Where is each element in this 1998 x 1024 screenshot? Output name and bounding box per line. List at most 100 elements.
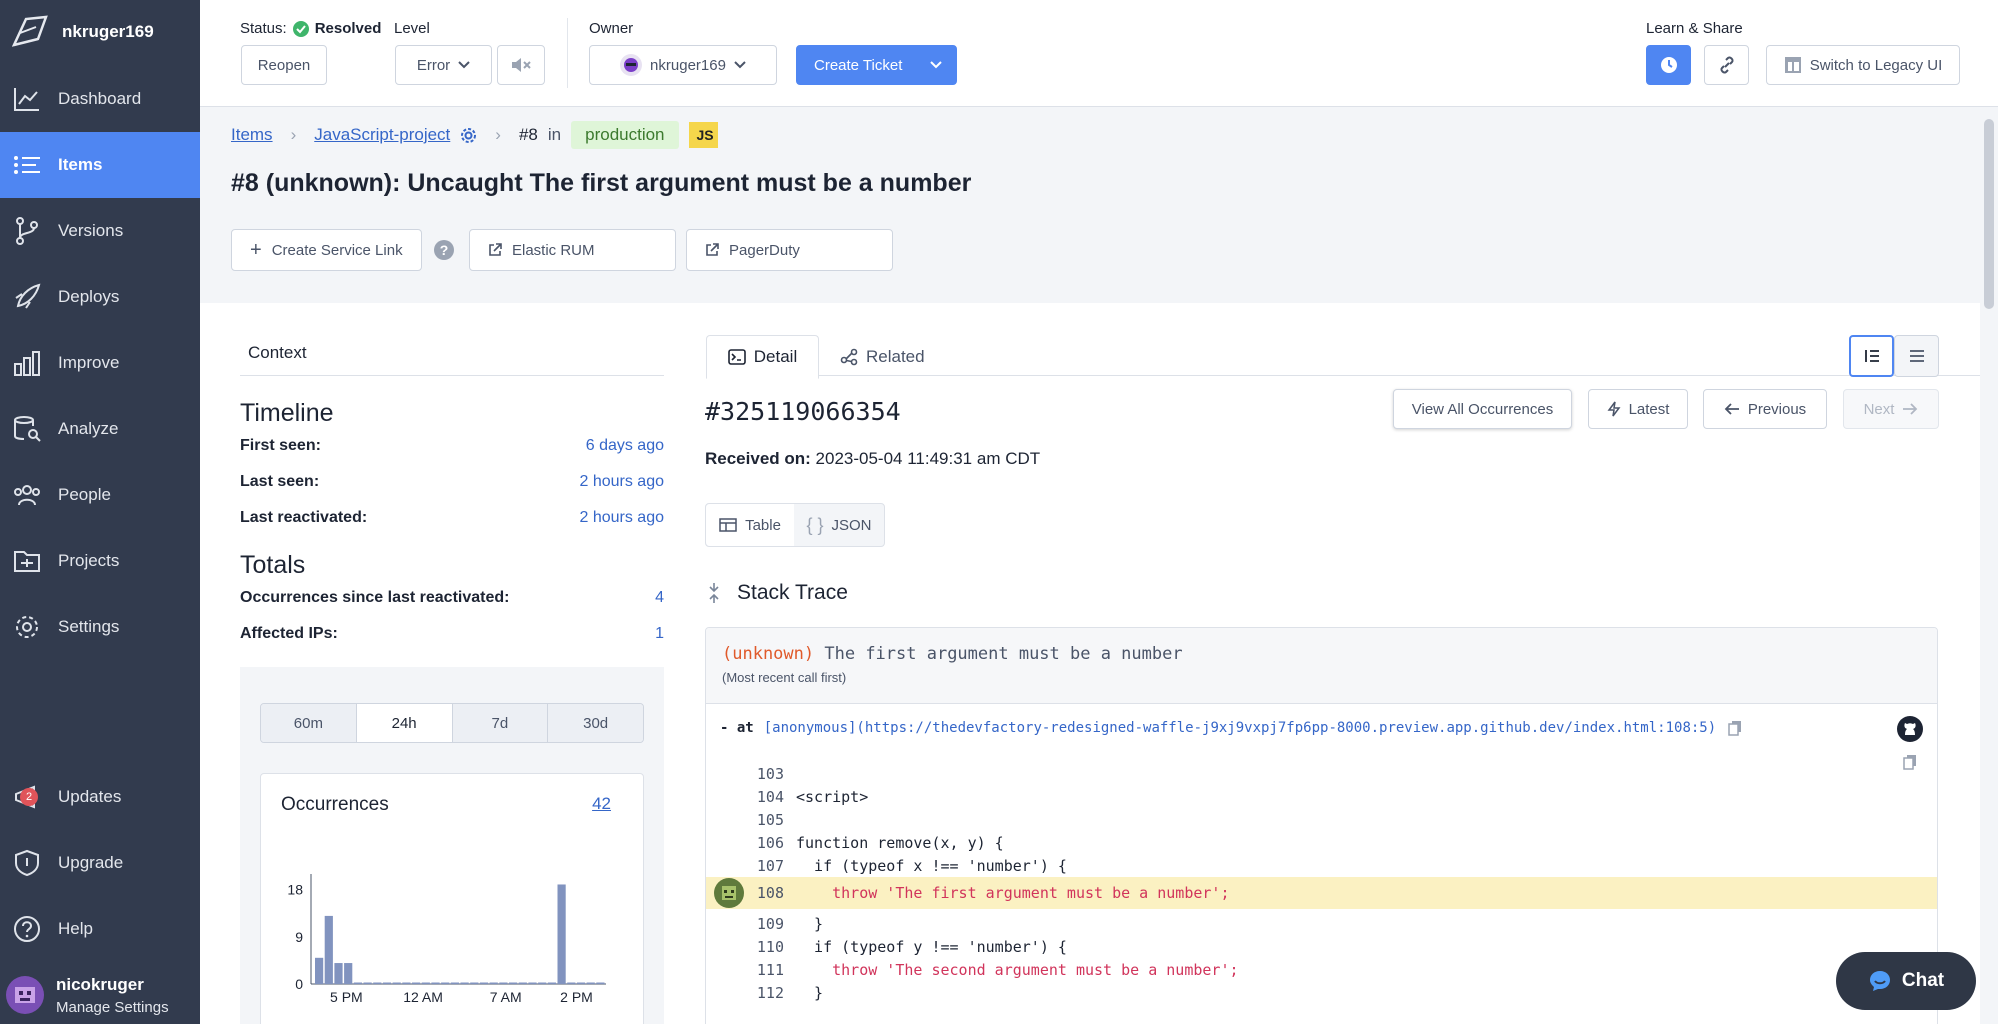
github-icon[interactable] (1897, 716, 1923, 742)
split-view-button[interactable] (1849, 335, 1894, 377)
account-switcher[interactable]: nkruger169 (0, 0, 200, 64)
sidebar-item-dashboard[interactable]: Dashboard (0, 66, 200, 132)
gear-icon[interactable] (460, 127, 477, 144)
bar (373, 982, 382, 984)
chat-button[interactable]: Chat (1836, 952, 1976, 1010)
create-ticket-button[interactable]: Create Ticket (796, 45, 957, 85)
analyze-icon (14, 416, 41, 442)
external-link-icon (489, 243, 502, 256)
line-number: 104 (756, 788, 784, 806)
item-header: Items › JavaScript-project › #8 in produ… (200, 107, 1980, 303)
reopen-button[interactable]: Reopen (241, 45, 327, 85)
frame-prefix: - at (720, 720, 754, 736)
json-view-button[interactable]: { } JSON (794, 504, 884, 546)
range-24h[interactable]: 24h (356, 704, 453, 742)
people-icon (14, 485, 40, 506)
code-text: function remove(x, y) { (796, 834, 1004, 852)
previous-button[interactable]: Previous (1703, 389, 1827, 429)
projects-icon (14, 551, 40, 572)
sidebar-item-updates[interactable]: 2 Updates (0, 764, 200, 830)
bar (518, 982, 527, 984)
sidebar-item-projects[interactable]: Projects (0, 528, 200, 594)
bar (509, 982, 518, 984)
tab-detail[interactable]: Detail (706, 335, 819, 379)
mute-button[interactable] (497, 45, 545, 85)
bar (557, 884, 566, 984)
exception-header: (unknown) The first argument must be a n… (706, 628, 1937, 704)
x-tick-label: 5 PM (330, 989, 363, 1005)
chevron-down-icon (458, 61, 470, 69)
level-dropdown[interactable]: Error (395, 45, 492, 85)
owner-value: nkruger169 (650, 56, 726, 74)
table-view-label: Table (745, 516, 781, 534)
sidebar-item-label: Upgrade (58, 853, 124, 872)
pagerduty-button[interactable]: PagerDuty (686, 229, 893, 271)
timeline-value[interactable]: 2 hours ago (579, 473, 664, 491)
full-view-button[interactable] (1894, 335, 1939, 377)
sidebar-item-help[interactable]: Help (0, 896, 200, 962)
sidebar-item-improve[interactable]: Improve (0, 330, 200, 396)
sidebar-item-items[interactable]: Items (0, 132, 200, 198)
help-circle-icon[interactable]: ? (434, 240, 454, 260)
x-tick-label: 2 PM (560, 989, 593, 1005)
sidebar-item-upgrade[interactable]: Upgrade (0, 830, 200, 896)
sidebar-item-label: Analyze (58, 419, 119, 438)
scrollbar-thumb[interactable] (1984, 119, 1994, 309)
table-view-button[interactable]: Table (706, 504, 794, 546)
timeline-row: Last reactivated: 2 hours ago (240, 509, 664, 527)
stack-frame[interactable]: - at [anonymous](https://thedevfactory-r… (720, 716, 1923, 740)
sidebar-item-label: Updates (58, 787, 122, 806)
bar (315, 957, 324, 984)
latest-button[interactable]: Latest (1588, 389, 1688, 429)
owner-dropdown[interactable]: nkruger169 (589, 45, 777, 85)
timeline-value[interactable]: 6 days ago (586, 437, 664, 455)
plus-icon: + (250, 239, 262, 261)
totals-value[interactable]: 4 (655, 589, 664, 607)
breadcrumb-items-link[interactable]: Items (231, 125, 273, 145)
timeline-value[interactable]: 2 hours ago (579, 509, 664, 527)
next-button[interactable]: Next (1843, 389, 1939, 429)
copy-icon[interactable] (1728, 720, 1742, 736)
bar (499, 982, 508, 984)
breadcrumb-project-link[interactable]: JavaScript-project (314, 125, 450, 145)
sidebar-item-people[interactable]: People (0, 462, 200, 528)
page-scrollbar[interactable] (1980, 107, 1998, 1024)
history-button[interactable] (1646, 45, 1691, 85)
code-text: <script> (796, 788, 869, 806)
updates-badge: 2 (20, 788, 38, 806)
copy-link-button[interactable] (1704, 45, 1749, 85)
user-name: nicokruger (56, 974, 144, 994)
sidebar-item-deploys[interactable]: Deploys (0, 264, 200, 330)
totals-value[interactable]: 1 (655, 625, 664, 643)
range-60m[interactable]: 60m (261, 704, 357, 742)
code-line: 107 if (typeof x !== 'number') { (706, 854, 1937, 878)
elastic-rum-button[interactable]: Elastic RUM (469, 229, 676, 271)
owner-label: Owner (589, 20, 634, 37)
create-ticket-label: Create Ticket (814, 56, 903, 74)
code-text: } (796, 984, 824, 1002)
bar (334, 963, 343, 984)
create-service-link-button[interactable]: + Create Service Link (231, 229, 422, 271)
level-label: Level (394, 20, 430, 37)
timeline-row: Last seen: 2 hours ago (240, 473, 664, 491)
range-30d[interactable]: 30d (548, 704, 643, 742)
chevron-right-icon: › (495, 125, 501, 144)
chevron-right-icon: › (290, 125, 297, 144)
user-menu[interactable]: nicokruger Manage Settings (0, 966, 200, 1024)
manage-settings-link[interactable]: Manage Settings (56, 999, 169, 1016)
tab-related[interactable]: Related (840, 335, 925, 379)
sidebar-item-settings[interactable]: Settings (0, 594, 200, 660)
bar (538, 982, 547, 984)
sidebar-item-analyze[interactable]: Analyze (0, 396, 200, 462)
bar (431, 982, 440, 984)
view-all-occurrences-button[interactable]: View All Occurrences (1393, 389, 1572, 429)
timeline-heading: Timeline (240, 399, 334, 427)
clock-icon (1660, 57, 1677, 73)
stack-trace-header[interactable]: Stack Trace (705, 581, 848, 605)
code-line: 111 throw 'The second argument must be a… (706, 958, 1937, 982)
lightning-icon (1607, 401, 1621, 417)
range-7d[interactable]: 7d (452, 704, 549, 742)
switch-legacy-button[interactable]: Switch to Legacy UI (1766, 45, 1960, 85)
occurrences-count-link[interactable]: 42 (592, 794, 611, 814)
sidebar-item-versions[interactable]: Versions (0, 198, 200, 264)
